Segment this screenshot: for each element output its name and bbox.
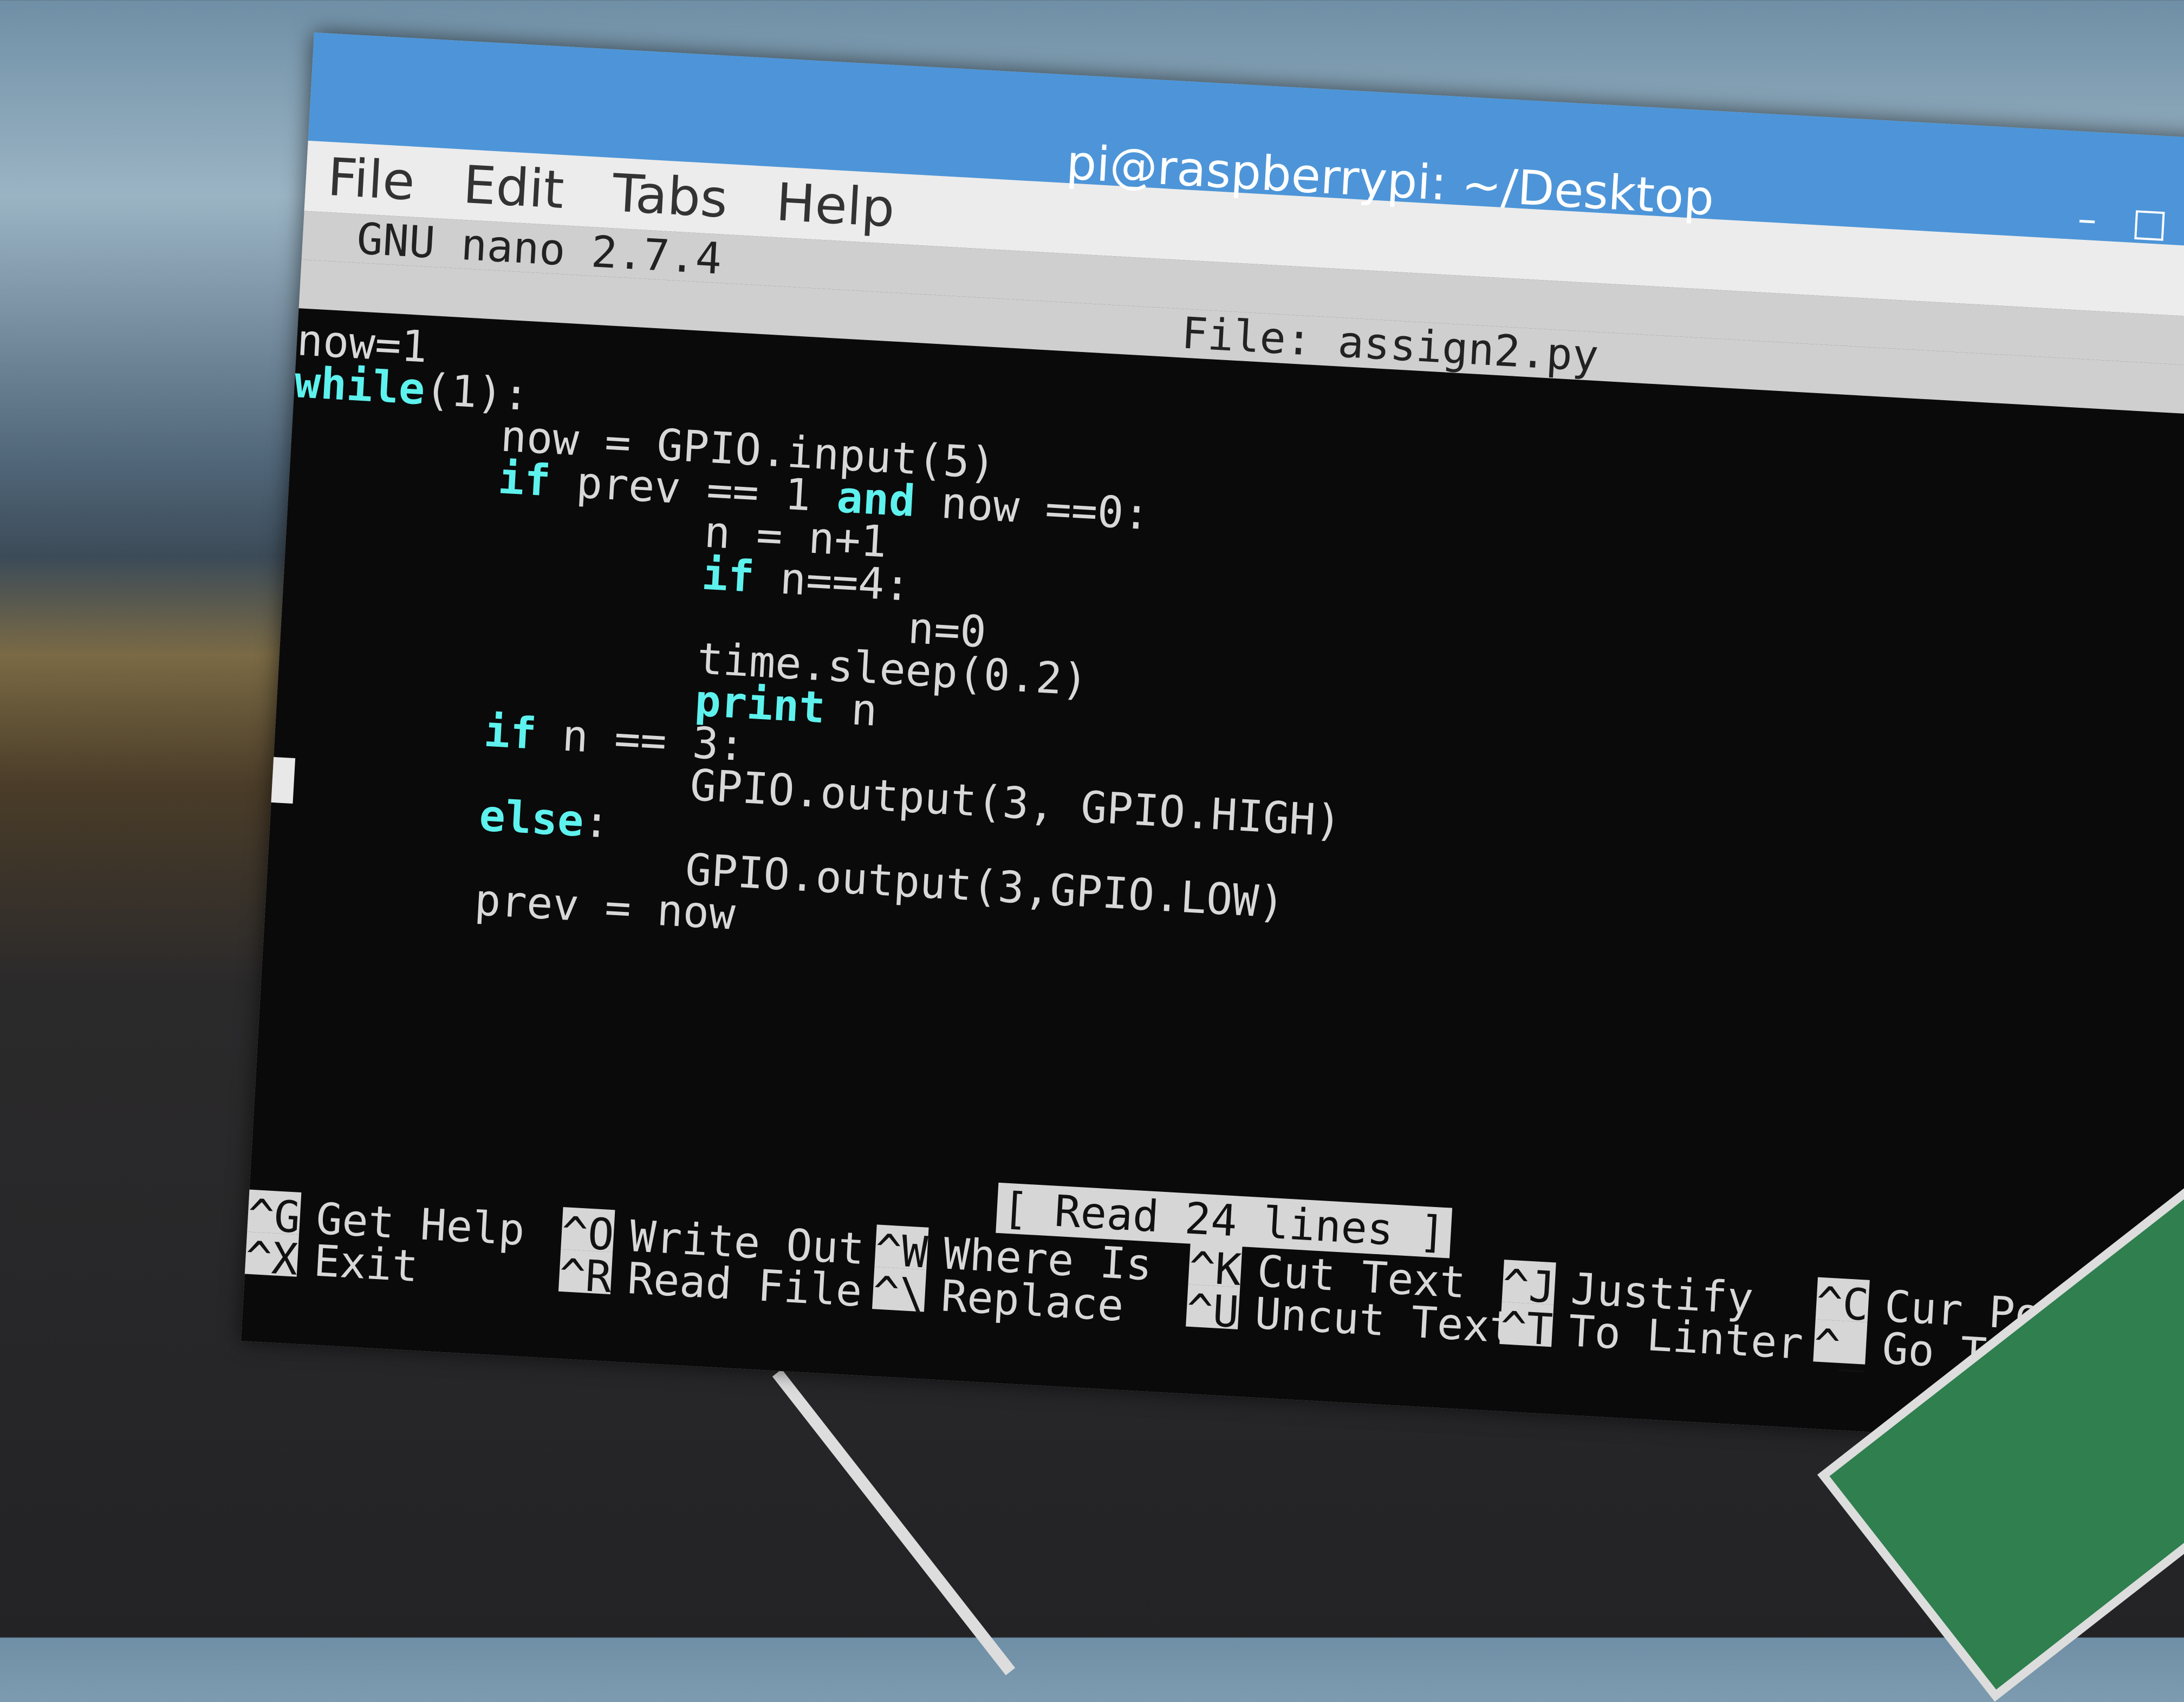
shortcut-key: ^G bbox=[246, 1189, 302, 1243]
code-text: n bbox=[823, 682, 879, 736]
shortcut-key: ^J bbox=[1501, 1260, 1557, 1313]
shortcut-label: Exit bbox=[312, 1235, 420, 1292]
menu-help[interactable]: Help bbox=[775, 172, 896, 239]
shortcut-key: ^\ bbox=[872, 1267, 927, 1320]
menu-file[interactable]: File bbox=[326, 147, 417, 212]
shortcut-key: ^C bbox=[1815, 1277, 1870, 1331]
shortcut-key: ^T bbox=[1499, 1302, 1554, 1355]
maximize-icon[interactable]: □ bbox=[2130, 199, 2169, 246]
shortcut-key: ^W bbox=[874, 1224, 929, 1278]
shortcut-key: ^U bbox=[1185, 1284, 1240, 1338]
text-cursor bbox=[271, 757, 296, 804]
menu-tabs[interactable]: Tabs bbox=[611, 162, 729, 230]
shortcut-key: ^_ bbox=[1812, 1319, 1868, 1373]
shortcut-key: ^X bbox=[244, 1231, 300, 1285]
menu-edit[interactable]: Edit bbox=[461, 154, 566, 220]
shortcut-key: ^R bbox=[558, 1249, 613, 1303]
terminal-window: pi@raspberrypi: ~/Desktop – □ File Edit … bbox=[240, 32, 2184, 1453]
minimize-icon[interactable]: – bbox=[2077, 196, 2098, 242]
shortcut-key: ^K bbox=[1187, 1242, 1243, 1296]
code-editor[interactable]: now=1 while(1): now = GPIO.input(5) if pr… bbox=[265, 315, 1366, 969]
shortcut-key: ^O bbox=[560, 1207, 615, 1261]
road-marking bbox=[772, 1369, 1016, 1675]
terminal-area[interactable]: GNU nano 2.7.4 File: assign2.py now=1 whi… bbox=[240, 211, 2184, 1453]
